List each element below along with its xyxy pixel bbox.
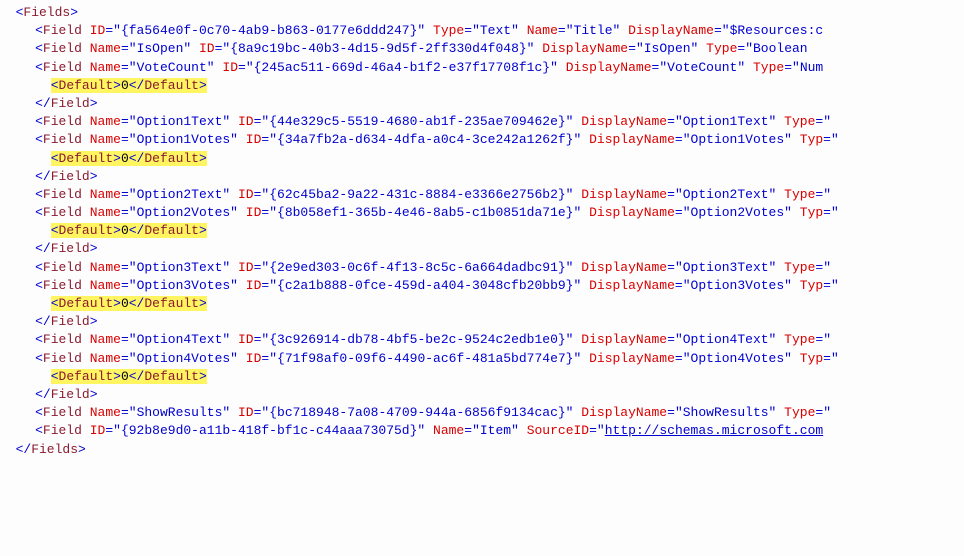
- code-line: <Field Name="Option1Votes" ID="{34a7fb2a…: [0, 132, 839, 147]
- code-line: <Default>0</Default>: [0, 151, 207, 166]
- code-line: <Field Name="Option1Text" ID="{44e329c5-…: [0, 114, 831, 129]
- code-line: <Field Name="VoteCount" ID="{245ac511-66…: [0, 60, 823, 75]
- code-line: <Field Name="Option4Text" ID="{3c926914-…: [0, 332, 831, 347]
- code-line: </Field>: [0, 169, 98, 184]
- code-line: <Default>0</Default>: [0, 78, 207, 93]
- code-line: <Field Name="Option4Votes" ID="{71f98af0…: [0, 351, 839, 366]
- code-line: <Default>0</Default>: [0, 223, 207, 238]
- code-line: <Field Name="IsOpen" ID="{8a9c19bc-40b3-…: [0, 41, 808, 56]
- code-line: <Field ID="{fa564e0f-0c70-4ab9-b863-0177…: [0, 23, 823, 38]
- code-line: <Field Name="Option2Votes" ID="{8b058ef1…: [0, 205, 839, 220]
- xml-code-block: <Fields> <Field ID="{fa564e0f-0c70-4ab9-…: [0, 0, 964, 556]
- code-line: </Field>: [0, 387, 98, 402]
- code-line: <Field ID="{92b8e9d0-a11b-418f-bf1c-c44a…: [0, 423, 823, 438]
- code-line: <Default>0</Default>: [0, 369, 207, 384]
- code-line: <Field Name="Option3Votes" ID="{c2a1b888…: [0, 278, 839, 293]
- code-line: <Field Name="Option2Text" ID="{62c45ba2-…: [0, 187, 831, 202]
- code-line: <Default>0</Default>: [0, 296, 207, 311]
- code-line: <Fields>: [0, 5, 78, 20]
- code-line: <Field Name="ShowResults" ID="{bc718948-…: [0, 405, 831, 420]
- code-line: </Field>: [0, 241, 98, 256]
- code-line: </Field>: [0, 314, 98, 329]
- code-line: </Field>: [0, 96, 98, 111]
- code-line: <Field Name="Option3Text" ID="{2e9ed303-…: [0, 260, 831, 275]
- code-line: </Fields>: [0, 442, 86, 457]
